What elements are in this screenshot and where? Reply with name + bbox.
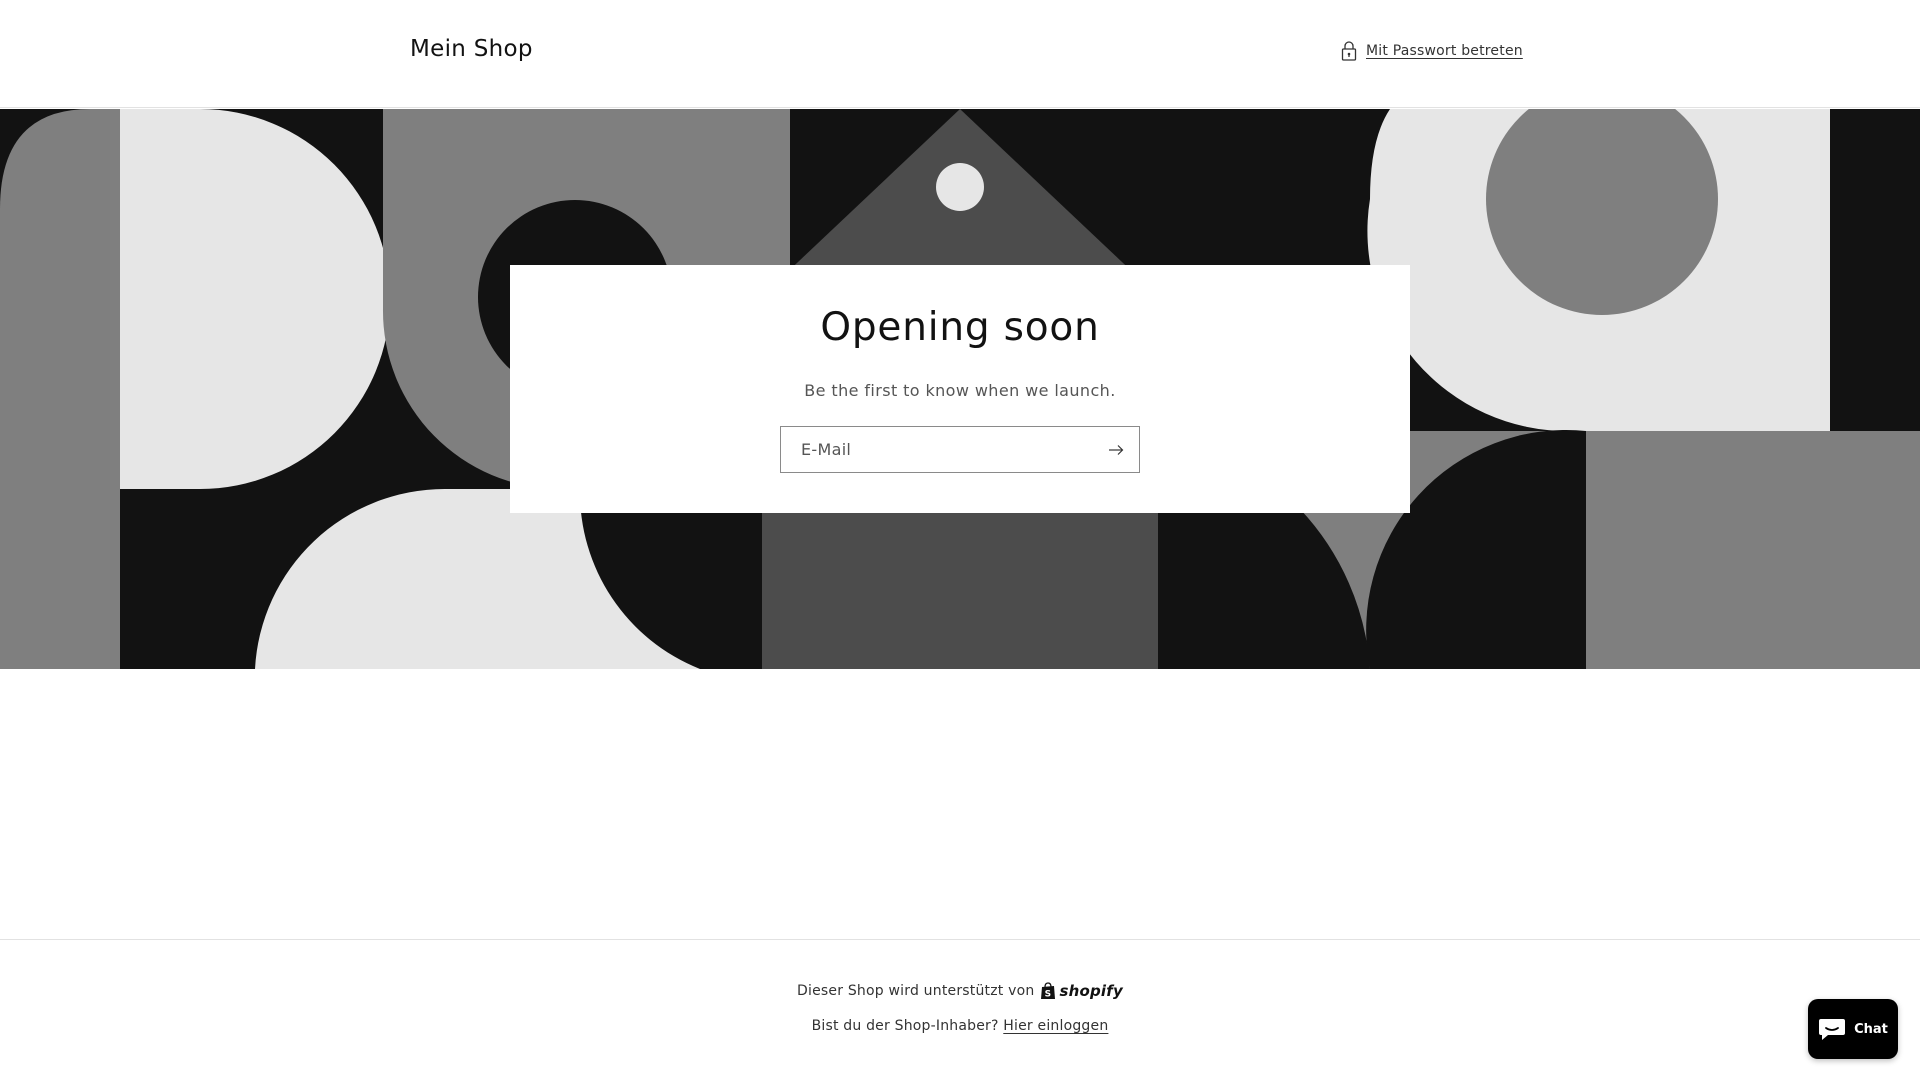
enter-password-link[interactable]: Mit Passwort betreten [1340, 40, 1523, 62]
chat-bubble-icon [1819, 1019, 1846, 1040]
site-header: Mein Shop Mit Passwort betreten [0, 0, 1920, 108]
newsletter-form [780, 426, 1140, 473]
shop-title[interactable]: Mein Shop [410, 36, 533, 62]
opening-soon-heading: Opening soon [820, 305, 1100, 350]
opening-soon-card: Opening soon Be the first to know when w… [510, 265, 1410, 513]
arrow-right-icon [1109, 444, 1124, 455]
email-input[interactable] [781, 427, 1091, 472]
svg-text:S: S [1045, 990, 1052, 1000]
hero-banner: Opening soon Be the first to know when w… [0, 109, 1920, 669]
shopify-wordmark: shopify [1059, 982, 1123, 1000]
powered-by: Dieser Shop wird unterstützt von S shopi… [0, 982, 1920, 1000]
launch-subtitle: Be the first to know when we launch. [804, 381, 1116, 400]
shopify-logo[interactable]: S shopify [1040, 982, 1123, 1000]
lock-icon [1341, 41, 1357, 61]
shopify-bag-icon: S [1041, 982, 1056, 1000]
chat-button[interactable]: Chat [1808, 999, 1898, 1059]
owner-login-link[interactable]: Hier einloggen [1003, 1018, 1108, 1034]
enter-password-label: Mit Passwort betreten [1366, 43, 1523, 59]
powered-by-text: Dieser Shop wird unterstützt von [797, 983, 1035, 999]
owner-login-line: Bist du der Shop-Inhaber? Hier einloggen [0, 1018, 1920, 1034]
site-footer: Dieser Shop wird unterstützt von S shopi… [0, 939, 1920, 1080]
chat-label: Chat [1854, 1021, 1888, 1037]
owner-question: Bist du der Shop-Inhaber? [811, 1018, 999, 1034]
subscribe-submit-button[interactable] [1093, 427, 1139, 472]
